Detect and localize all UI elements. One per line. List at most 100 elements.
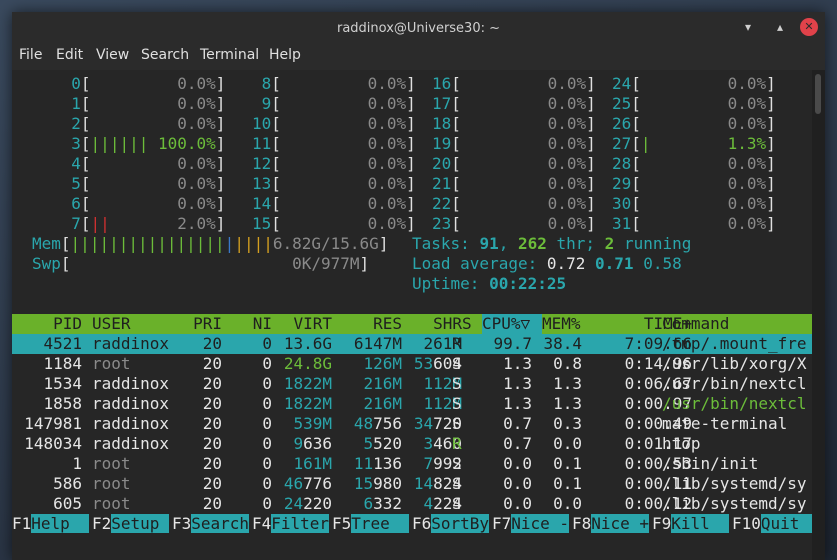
meter-bracket: ] <box>586 214 596 233</box>
size-thousands: 5 <box>363 434 374 453</box>
cpu-percent: 0.0% <box>367 74 407 93</box>
uptime-row: Uptime: 00:22:25 <box>12 274 825 294</box>
cpu-percent: 0.0% <box>367 214 407 233</box>
cell-pri: 20 <box>202 474 222 493</box>
process-row[interactable]: 1184 root 20 0 24.8G 126M 53604 S 1.3 0.8 0:14.96/… <box>12 354 812 374</box>
meter-bracket: ] <box>215 74 226 93</box>
cell-res: 11136 <box>342 454 402 474</box>
threads-label: thr; <box>546 234 605 253</box>
process-row-selected[interactable]: 4521 raddinox 20 0 13.6G 6147M 261M R 99.7 38.4 7:… <box>12 334 812 354</box>
scrollbar-thumb[interactable] <box>815 74 821 114</box>
cpu-meter: 13[ 0.0%] <box>252 174 416 194</box>
cell-cmd: mate-terminal <box>662 414 788 433</box>
cpu-id: 17 <box>432 94 452 113</box>
cpu-id: 16 <box>432 74 452 93</box>
cpu-id: 21 <box>432 174 452 193</box>
column-header-pri[interactable]: PRI <box>182 314 222 334</box>
fkey-f1[interactable]: F1Help <box>12 514 90 534</box>
fkey-f8[interactable]: F8Nice + <box>572 514 650 534</box>
column-header-ni[interactable]: NI <box>232 314 272 334</box>
cell-virt: 24220 <box>272 494 332 514</box>
fkey-f9[interactable]: F9Kill <box>652 514 730 534</box>
process-row[interactable]: 586 root 20 0 46776 15980 14824 S 0.0 0.1 0:00.11/… <box>12 474 812 494</box>
menu-help[interactable]: Help <box>269 47 301 63</box>
mem-bar-used: |||||||||||||||| <box>70 234 225 253</box>
fkey-f7[interactable]: F7Nice - <box>492 514 570 534</box>
meter-bracket: ] <box>406 154 416 173</box>
threads-count: 262 <box>517 234 547 253</box>
cell-cmd: /lib/systemd/sy <box>662 474 807 493</box>
menu-view[interactable]: View <box>96 47 129 63</box>
cpu-bar: || <box>90 214 110 233</box>
cpu-percent: 0.0% <box>547 134 587 153</box>
fkey-f5[interactable]: F5Tree <box>332 514 410 534</box>
fkey-f4[interactable]: F4Filter <box>252 514 330 534</box>
fkey-number: F5 <box>332 514 352 533</box>
meter-bracket: ] <box>586 74 596 93</box>
meter-bracket: ] <box>215 134 226 153</box>
meter-bracket: [ <box>451 74 461 93</box>
terminal-screen[interactable]: 0[ 0.0%] 8[ 0.0%] 16[ 0.0%] 24[ 0.0%] 1[ 0… <box>12 70 819 560</box>
size-unit: M <box>392 354 402 373</box>
cpu-meter: 27[| 1.3%] <box>612 134 776 154</box>
meter-bracket: ] <box>359 254 370 273</box>
fkey-label: Setup <box>111 514 170 533</box>
menu-file[interactable]: File <box>19 47 42 63</box>
column-header-virt[interactable]: VIRT <box>272 314 332 334</box>
meter-bracket: ] <box>586 114 596 133</box>
scrollbar[interactable] <box>812 70 825 560</box>
cell-cpu: 1.3 <box>503 354 532 373</box>
column-header-res[interactable]: RES <box>342 314 402 334</box>
fkey-f6[interactable]: F6SortBy <box>412 514 490 534</box>
process-row[interactable]: 1 root 20 0 161M 11136 7992 S 0.0 0.1 0:00.53/sbin… <box>12 454 812 474</box>
cell-res: 126M <box>342 354 402 374</box>
menu-search[interactable]: Search <box>141 47 189 63</box>
column-header-shr[interactable]: SHR <box>402 314 462 334</box>
cell-pid: 148034 <box>24 434 82 453</box>
cpu-id: 3 <box>52 134 81 153</box>
cell-cmd: /lib/systemd/sy <box>662 494 807 513</box>
menu-terminal[interactable]: Terminal <box>200 47 259 63</box>
menu-edit[interactable]: Edit <box>56 47 83 63</box>
meter-bracket: [ <box>631 194 641 213</box>
fkey-f10[interactable]: F10Quit <box>732 514 819 534</box>
minimize-button[interactable]: ▾ <box>739 18 757 36</box>
meter-bracket: [ <box>271 74 281 93</box>
maximize-button[interactable]: ▴ <box>771 18 789 36</box>
cell-mem: 0.0 <box>553 434 582 453</box>
cell-mem: 0.1 <box>553 474 582 493</box>
column-header-s[interactable]: S <box>462 314 482 334</box>
cell-virt: 1822M <box>272 374 332 394</box>
column-header-command[interactable]: Command <box>662 314 822 334</box>
close-button[interactable]: ✕ <box>800 18 818 36</box>
title-bar[interactable]: raddinox@Universe30: ~ ▾ ▴ ✕ <box>12 12 825 44</box>
cell-ni: 0 <box>262 454 272 473</box>
process-row[interactable]: 1858 raddinox 20 0 1822M 216M 112M S 1.3 1.3 0:00.… <box>12 394 812 414</box>
process-row[interactable]: 147981 raddinox 20 0 539M 48756 34720 S 0.7 0.3 0:… <box>12 414 812 434</box>
fkey-f2[interactable]: F2Setup <box>92 514 170 534</box>
cpu-percent: 0.0% <box>177 114 216 133</box>
size-thousands: 34 <box>413 414 434 433</box>
meter-bracket: [ <box>631 74 641 93</box>
process-row[interactable]: 1534 raddinox 20 0 1822M 216M 112M S 1.3 1.3 0:06.… <box>12 374 812 394</box>
column-header-pid[interactable]: PID <box>12 314 82 334</box>
process-table-header: PID USER PRI NI VIRT RES SHR S CPU%▽ MEM% TIME+ Com… <box>12 314 812 334</box>
function-key-bar: F1Help F2Setup F3Search F4Filter F5Tree F6… <box>12 514 825 534</box>
fkey-f3[interactable]: F3Search <box>172 514 250 534</box>
cell-user: raddinox <box>92 374 170 393</box>
column-header-mem[interactable]: MEM% <box>542 314 592 334</box>
meter-bracket: ] <box>215 94 226 113</box>
cpu-id: 24 <box>612 74 632 93</box>
sep <box>634 254 644 273</box>
process-row[interactable]: 605 root 20 0 24220 6332 4224 S 0.0 0.0 0:00.12/li… <box>12 494 812 514</box>
column-header-cpu[interactable]: CPU%▽ <box>482 314 542 334</box>
column-header-user[interactable]: USER <box>92 314 182 334</box>
cell-pri: 20 <box>202 394 222 413</box>
swap-meter: Swp[ 0K/977M] Load average: 0.72 0.71 0.5… <box>12 254 825 274</box>
process-row[interactable]: 148034 raddinox 20 0 9636 5520 3460 R 0.7 0.0 0:01… <box>12 434 812 454</box>
cpu-id: 13 <box>252 174 272 193</box>
